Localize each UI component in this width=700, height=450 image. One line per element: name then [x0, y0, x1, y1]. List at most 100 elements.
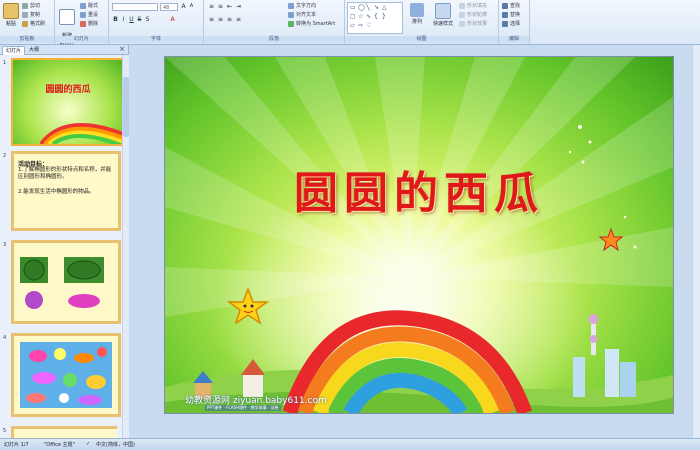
smartart-icon — [288, 20, 294, 27]
paste-button[interactable]: 粘贴 — [2, 3, 20, 27]
slides-group-label: 幻灯片 — [55, 36, 108, 43]
reset-icon — [80, 11, 86, 18]
slide-indicator: 幻灯片 1/7 — [4, 442, 29, 448]
thumbnail-frame[interactable] — [11, 240, 121, 324]
slide-thumbnail-4[interactable]: 4 — [1, 333, 121, 421]
triangle-shape-icon[interactable]: △ — [382, 4, 387, 11]
thumbnail-frame[interactable]: 活动目标： 1.了解椭圆形的形状特点和名称，并能区别圆形和椭圆形。 2.能发现生… — [11, 151, 121, 231]
align-text-button[interactable]: 对齐文本 — [288, 11, 316, 19]
arrange-button[interactable]: 排列 — [408, 3, 426, 25]
shrink-font-icon[interactable]: A — [188, 3, 195, 10]
grow-font-icon[interactable]: A — [180, 3, 187, 10]
editing-group-label: 编辑 — [499, 36, 529, 43]
font-size-combo[interactable]: 48 — [160, 3, 178, 11]
tab-outline[interactable]: 大纲 — [26, 46, 42, 54]
text-direction-button[interactable]: 文字方向 — [288, 2, 316, 10]
shadow-text-icon[interactable]: S — [144, 16, 151, 23]
shape-effects-button[interactable]: 形状效果 — [459, 20, 487, 28]
shape-outline-button[interactable]: 形状轮廓 — [459, 11, 487, 19]
star-shape-icon[interactable]: ☆ — [358, 13, 363, 20]
slide-title[interactable]: 圆圆的西瓜 — [165, 157, 673, 221]
callout-shape-icon[interactable]: ▱ — [350, 22, 355, 29]
spellcheck-icon[interactable]: ✓ — [86, 441, 90, 447]
slides-group: 新建 幻灯片 版式 重设 删除 幻灯片 — [55, 0, 109, 46]
strikethrough-icon[interactable]: S — [136, 16, 143, 23]
slide-editor: 圆圆的西瓜 幼教资源网 ziyuan.baby611.com PPT课件 · F… — [129, 45, 700, 438]
layout-button[interactable]: 版式 — [80, 2, 98, 10]
thumbnail-frame[interactable] — [11, 333, 121, 417]
quick-styles-button[interactable]: 快速样式 — [430, 3, 456, 27]
decrease-indent-icon[interactable]: ⇤ — [226, 3, 233, 10]
font-name-combo[interactable] — [112, 3, 158, 11]
paragraph-group-label: 段落 — [204, 36, 344, 43]
delete-button[interactable]: 删除 — [80, 20, 98, 28]
bullets-icon[interactable]: ≡ — [208, 3, 215, 10]
select-label: 选择 — [510, 21, 521, 27]
oval-shape-icon[interactable]: ◯ — [358, 4, 365, 11]
slide-canvas[interactable]: 圆圆的西瓜 幼教资源网 ziyuan.baby611.com PPT课件 · F… — [164, 56, 674, 414]
curve-shape-icon[interactable]: ∿ — [366, 13, 371, 20]
thumbnail-frame[interactable]: 圆圆的西瓜 — [11, 58, 125, 146]
text-direction-label: 文字方向 — [296, 3, 317, 9]
copy-button[interactable]: 复制 — [22, 11, 40, 19]
editor-scrollbar[interactable] — [692, 45, 700, 438]
line-shape-icon[interactable]: ╲ — [366, 4, 370, 11]
drawing-group-label: 绘图 — [345, 36, 498, 43]
select-button[interactable]: 选择 — [502, 20, 520, 28]
bold-icon[interactable]: B — [112, 16, 119, 23]
clipboard-group-label: 剪贴板 — [0, 36, 54, 43]
pen-icon — [459, 11, 465, 18]
slide-number: 1 — [3, 60, 7, 66]
font-group: 48 A A B I U S S A 字体 — [109, 0, 204, 44]
replace-label: 替换 — [510, 12, 521, 18]
increase-indent-icon[interactable]: ⇥ — [235, 3, 242, 10]
right-arrow-shape-icon[interactable]: ⇨ — [358, 22, 363, 29]
underline-icon[interactable]: U — [128, 16, 135, 23]
find-button[interactable]: 查找 — [502, 2, 520, 10]
cut-button[interactable]: 剪切 — [22, 2, 40, 10]
copy-icon — [22, 11, 28, 18]
close-icon[interactable]: × — [119, 45, 125, 53]
align-left-icon[interactable]: ≡ — [208, 16, 215, 23]
align-text-label: 对齐文本 — [296, 12, 317, 18]
shape-fill-button[interactable]: 形状填充 — [459, 2, 487, 10]
quick-styles-icon — [435, 3, 451, 19]
slide-thumbnail-2[interactable]: 2 活动目标： 1.了解椭圆形的形状特点和名称，并能区别圆形和椭圆形。 2.能发… — [1, 151, 121, 235]
brush-icon — [22, 20, 28, 27]
thumbnail-rainbow — [39, 123, 123, 144]
shape-fill-label: 形状填充 — [467, 3, 488, 9]
shape-effects-label: 形状效果 — [467, 21, 488, 27]
ribbon: 粘贴 剪切 复制 格式刷 剪贴板 新建 幻灯片 版式 重设 删除 幻灯片 48 … — [0, 0, 700, 46]
tab-slides[interactable]: 幻灯片 — [2, 46, 26, 55]
new-slide-icon — [59, 9, 75, 25]
cut-label: 剪切 — [30, 3, 41, 9]
arrange-icon — [410, 3, 424, 17]
slide-number: 3 — [3, 242, 7, 248]
slide-number: 2 — [3, 153, 7, 159]
numbering-icon[interactable]: ≡ — [217, 3, 224, 10]
align-center-icon[interactable]: ≡ — [217, 16, 224, 23]
format-painter-button[interactable]: 格式刷 — [22, 20, 45, 28]
slide-thumbnail-3[interactable]: 3 — [1, 240, 121, 328]
smartart-button[interactable]: 转换为 SmartArt — [288, 20, 335, 28]
heart-shape-icon[interactable]: ♡ — [366, 22, 371, 29]
replace-button[interactable]: 替换 — [502, 11, 520, 19]
arrow-shape-icon[interactable]: ➘ — [374, 4, 379, 11]
justify-icon[interactable]: ≡ — [235, 16, 242, 23]
rectangle-shape-icon[interactable]: ▭ — [350, 4, 356, 11]
reset-button[interactable]: 重设 — [80, 11, 98, 19]
binoculars-icon — [502, 2, 508, 9]
brace-close-shape-icon[interactable]: } — [382, 13, 386, 20]
rounded-rect-shape-icon[interactable]: ▢ — [350, 13, 356, 20]
italic-icon[interactable]: I — [120, 16, 127, 23]
thumbnail-frame[interactable] — [11, 426, 117, 438]
delete-label: 删除 — [88, 21, 99, 27]
scissors-icon — [22, 2, 28, 9]
align-right-icon[interactable]: ≡ — [226, 16, 233, 23]
slide-thumbnail-1[interactable]: 1 圆圆的西瓜 — [1, 58, 125, 146]
shapes-gallery[interactable]: ▭ ◯ ╲ ➘ △ ▢ ☆ ∿ { } ▱ ⇨ ♡ — [347, 2, 403, 34]
brace-shape-icon[interactable]: { — [374, 13, 378, 20]
font-color-icon[interactable]: A — [169, 16, 176, 23]
slide-thumbnail-5[interactable]: 5 — [1, 426, 117, 438]
panel-scrollbar[interactable] — [122, 55, 129, 438]
